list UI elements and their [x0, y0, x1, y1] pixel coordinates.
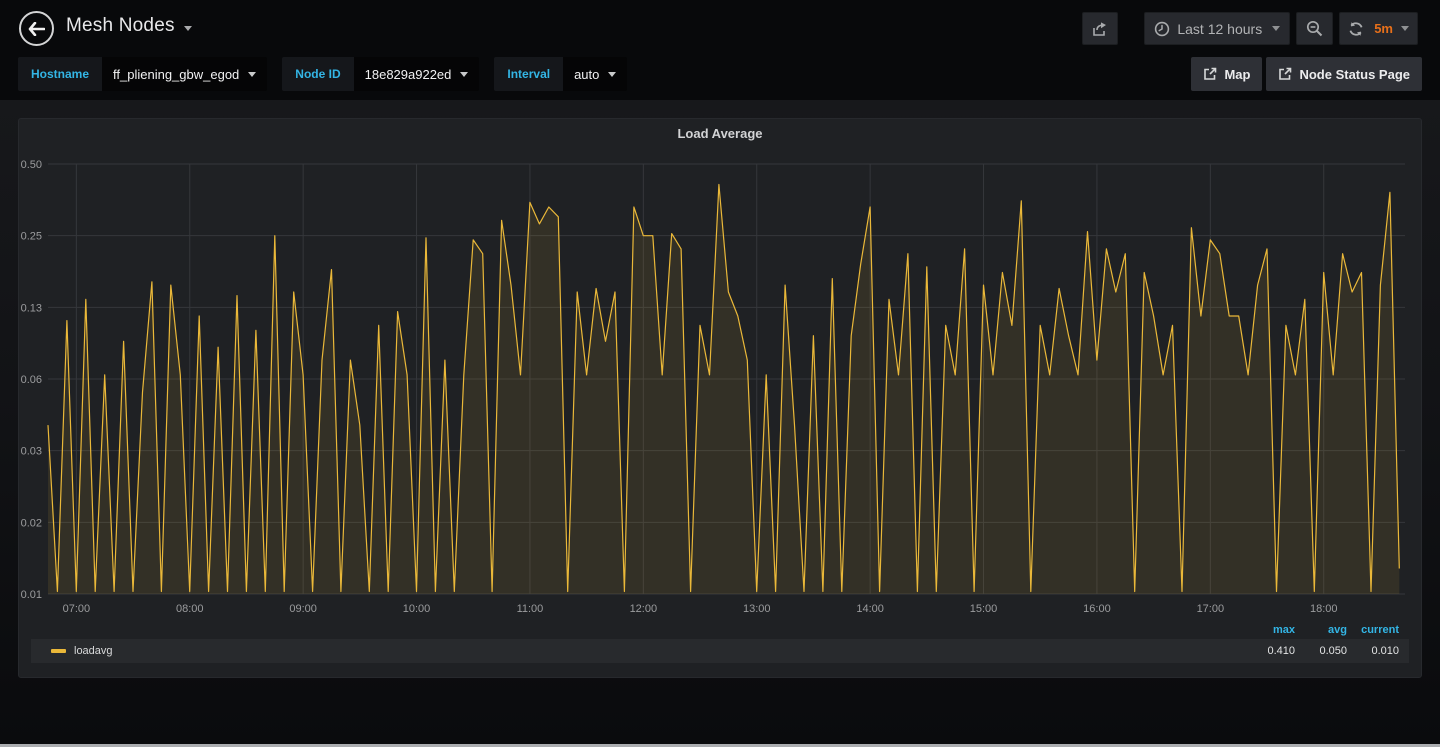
dashboard-title: Mesh Nodes — [66, 15, 175, 37]
x-tick-label: 17:00 — [1197, 603, 1225, 615]
dashboard-title-dropdown[interactable]: Mesh Nodes — [66, 0, 192, 52]
chevron-down-icon — [1401, 26, 1409, 31]
zoom-out-icon — [1306, 20, 1323, 37]
chevron-down-icon — [184, 26, 192, 31]
submenu-bar: Hostname ff_pliening_gbw_egod Node ID 18… — [0, 52, 1440, 100]
load-average-panel: Load Average 07:00 08:00 09:00 10:00 11:00 12… — [18, 118, 1422, 678]
template-variable-chips: Hostname ff_pliening_gbw_egod Node ID 18… — [18, 57, 627, 91]
chevron-down-icon — [608, 72, 616, 77]
y-tick-label: 0.13 — [21, 302, 42, 314]
chevron-down-icon — [1272, 26, 1280, 31]
share-button[interactable] — [1082, 12, 1118, 45]
x-tick-label: 09:00 — [289, 603, 317, 615]
refresh-button[interactable] — [1340, 13, 1372, 44]
hostname-label: Hostname — [18, 57, 102, 91]
legend-value-max: 0.410 — [1243, 645, 1295, 657]
dashboard-area: Load Average 07:00 08:00 09:00 10:00 11:00 12… — [0, 100, 1440, 745]
y-tick-label: 0.01 — [21, 589, 42, 601]
time-range-picker[interactable]: Last 12 hours — [1144, 12, 1290, 45]
node-status-link-button[interactable]: Node Status Page — [1266, 57, 1422, 91]
top-navigation-bar: Mesh Nodes Last 12 hours — [0, 0, 1440, 52]
refresh-control: 5m — [1339, 12, 1418, 45]
legend-header-max: max — [1243, 624, 1295, 636]
legend-value-current: 0.010 — [1347, 645, 1399, 657]
y-tick-label: 0.02 — [21, 517, 42, 529]
legend-series-loadavg[interactable]: loadavg — [51, 645, 113, 657]
external-link-icon — [1203, 67, 1217, 81]
legend-header-avg: avg — [1295, 624, 1347, 636]
hostname-chip: Hostname ff_pliening_gbw_egod — [18, 57, 267, 91]
node-id-label: Node ID — [282, 57, 353, 91]
x-tick-label: 12:00 — [630, 603, 658, 615]
chevron-down-icon — [460, 72, 468, 77]
x-tick-label: 13:00 — [743, 603, 771, 615]
legend-value-avg: 0.050 — [1295, 645, 1347, 657]
node-id-value: 18e829a922ed — [365, 67, 452, 82]
node-id-select[interactable]: 18e829a922ed — [354, 57, 480, 91]
refresh-icon — [1348, 21, 1364, 37]
arrow-left-icon — [28, 22, 45, 36]
x-tick-label: 16:00 — [1083, 603, 1111, 615]
clock-icon — [1154, 21, 1170, 37]
interval-value: auto — [574, 67, 599, 82]
hostname-value: ff_pliening_gbw_egod — [113, 67, 239, 82]
dashboard-links: Map Node Status Page — [1191, 57, 1422, 91]
y-tick-label: 0.50 — [21, 159, 42, 171]
map-link-label: Map — [1224, 67, 1250, 82]
x-tick-label: 15:00 — [970, 603, 998, 615]
x-tick-label: 08:00 — [176, 603, 204, 615]
time-range-label: Last 12 hours — [1177, 21, 1262, 37]
series-name: loadavg — [74, 645, 113, 657]
series-fill — [48, 185, 1399, 595]
interval-label: Interval — [494, 57, 563, 91]
zoom-out-button[interactable] — [1296, 12, 1333, 45]
x-tick-label: 10:00 — [403, 603, 431, 615]
legend-header-current: current — [1347, 624, 1399, 636]
legend-stat-headers: max avg current — [31, 621, 1409, 639]
chart-legend: max avg current loadavg 0.410 0.050 0.01… — [31, 621, 1409, 663]
map-link-button[interactable]: Map — [1191, 57, 1262, 91]
legend-series-row: loadavg 0.410 0.050 0.010 — [31, 639, 1409, 663]
x-tick-label: 07:00 — [63, 603, 91, 615]
refresh-interval-dropdown[interactable]: 5m — [1372, 13, 1417, 44]
loadavg-chart[interactable]: 07:00 08:00 09:00 10:00 11:00 12:00 13:00 14:00… — [19, 149, 1421, 619]
panel-title[interactable]: Load Average — [19, 126, 1421, 141]
series-color-dash-icon — [51, 649, 66, 653]
legend-stat-values: 0.410 0.050 0.010 — [1243, 645, 1399, 657]
y-tick-label: 0.06 — [21, 374, 42, 386]
y-tick-label: 0.25 — [21, 231, 42, 243]
x-tick-label: 18:00 — [1310, 603, 1338, 615]
node-id-chip: Node ID 18e829a922ed — [282, 57, 479, 91]
chevron-down-icon — [248, 72, 256, 77]
interval-chip: Interval auto — [494, 57, 627, 91]
interval-select[interactable]: auto — [563, 57, 627, 91]
refresh-interval-value: 5m — [1374, 21, 1393, 36]
x-tick-label: 11:00 — [517, 603, 544, 615]
hostname-select[interactable]: ff_pliening_gbw_egod — [102, 57, 267, 91]
x-tick-label: 14:00 — [856, 603, 884, 615]
top-nav-controls: Last 12 hours 5m — [1082, 12, 1418, 45]
external-link-icon — [1278, 67, 1292, 81]
back-button[interactable] — [19, 11, 54, 46]
y-tick-label: 0.03 — [21, 446, 42, 458]
node-status-link-label: Node Status Page — [1299, 67, 1410, 82]
share-icon — [1092, 21, 1108, 37]
